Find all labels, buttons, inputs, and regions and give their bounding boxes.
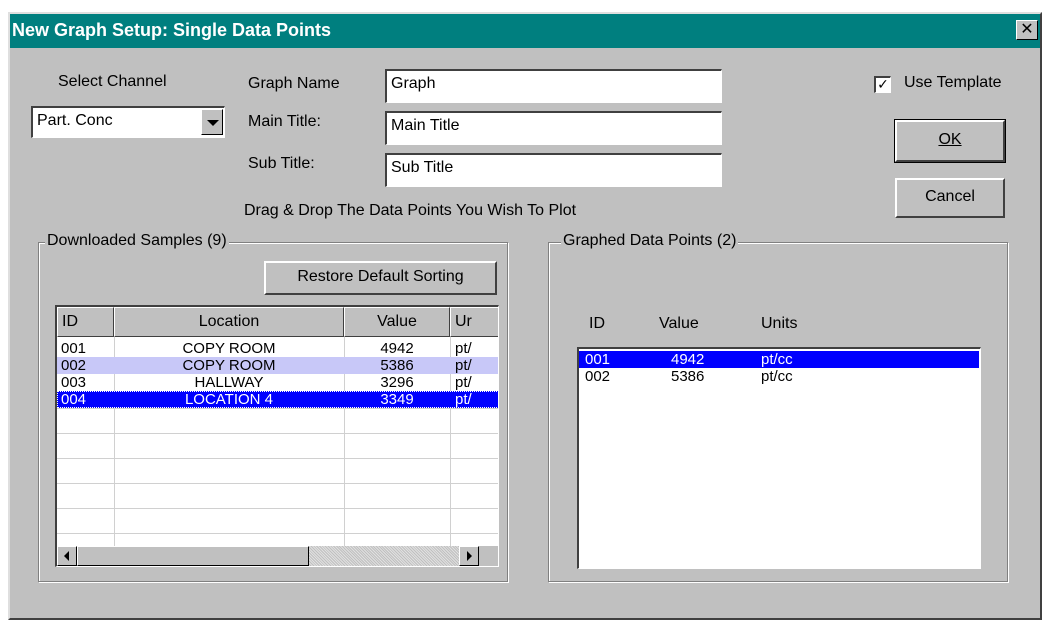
grid-line [57,408,498,409]
cell-value: 4942 [671,351,705,368]
horizontal-scrollbar[interactable] [57,546,498,566]
cell-units: pt/ [455,340,472,357]
downloaded-samples-group: Downloaded Samples (9) Restore Default S… [38,232,508,582]
restore-button-label: Restore Default Sorting [297,268,464,285]
arrow-left-icon [64,551,69,561]
grid-line [57,458,498,459]
channel-selected-value: Part. Conc [37,112,113,129]
ok-button-label: OK [938,131,962,148]
grid-line [57,483,498,484]
cell-id: 003 [61,374,87,391]
close-button[interactable]: ✕ [1016,20,1038,40]
column-header-location[interactable]: Location [114,307,344,337]
use-template-checkbox[interactable]: ✓ [874,76,891,93]
downloaded-samples-legend: Downloaded Samples (9) [45,232,229,250]
select-channel-label: Select Channel [58,73,167,90]
scroll-right-button[interactable] [459,546,479,566]
cell-units: pt/ [455,357,472,374]
cell-units: pt/ [455,391,472,408]
cell-value: 3349 [380,391,414,408]
cancel-button[interactable]: Cancel [895,178,1005,218]
cell-location: HALLWAY [194,374,264,391]
cell-id: 004 [61,391,87,408]
main-title-label: Main Title: [248,113,321,130]
cell-value: 5386 [671,368,705,385]
cell-id: 001 [585,351,611,368]
graphed-data-points-legend: Graphed Data Points (2) [561,232,739,250]
cell-id: 002 [61,357,87,374]
graph-setup-dialog: New Graph Setup: Single Data Points ✕ Se… [8,12,1042,620]
cell-location: LOCATION 4 [184,391,274,408]
window-title: New Graph Setup: Single Data Points [12,20,332,40]
column-header-value[interactable]: Value [344,307,450,337]
graphed-data-points-group: Graphed Data Points (2) ID Value Units 0… [548,232,1008,582]
cell-location: COPY ROOM [182,340,276,357]
cell-units: pt/ [455,374,472,391]
cell-units: pt/cc [761,368,793,385]
chevron-down-icon [207,120,219,126]
list-item-selected[interactable]: 001 4942 pt/cc [579,351,979,368]
sub-title-input[interactable]: Sub Title [385,153,722,187]
cell-value: 3296 [380,374,414,391]
list-item[interactable]: 002 5386 pt/cc [579,368,979,385]
graphed-column-id: ID [589,315,605,332]
table-row[interactable]: 003 HALLWAY 3296 pt/ [57,374,498,391]
column-header-units[interactable]: Ur [450,307,498,337]
grid-line [57,433,498,434]
cancel-button-label: Cancel [925,188,975,205]
title-bar[interactable]: New Graph Setup: Single Data Points ✕ [10,14,1040,48]
arrow-right-icon [467,551,472,561]
drag-drop-instruction: Drag & Drop The Data Points You Wish To … [244,202,577,219]
dropdown-arrow-button[interactable] [201,109,223,135]
scroll-left-button[interactable] [57,546,77,566]
graphed-column-units: Units [761,315,798,332]
cell-units: pt/cc [761,351,793,368]
cell-value: 5386 [380,357,414,374]
column-header-id[interactable]: ID [57,307,114,337]
table-row[interactable]: 001 COPY ROOM 4942 pt/ [57,340,498,357]
grid-line [57,533,498,534]
cell-value: 4942 [380,340,414,357]
downloaded-samples-list[interactable]: ID Location Value Ur 001 COPY ROOM 4942 … [55,305,499,567]
graphed-data-points-list[interactable]: 001 4942 pt/cc 002 5386 pt/cc [577,347,981,569]
scroll-track[interactable] [309,546,459,566]
sub-title-label: Sub Title: [248,155,315,172]
table-row-selected[interactable]: 004 LOCATION 4 3349 pt/ [57,391,498,408]
restore-default-sorting-button[interactable]: Restore Default Sorting [264,261,497,295]
graphed-column-value: Value [659,315,699,332]
main-title-input[interactable]: Main Title [385,111,722,145]
channel-dropdown[interactable]: Part. Conc [31,106,225,138]
cell-location: COPY ROOM [182,357,276,374]
checkmark-icon: ✓ [877,76,889,92]
use-template-label: Use Template [904,74,1002,91]
ok-button[interactable]: OK [894,119,1006,163]
graph-name-input[interactable]: Graph [385,69,722,103]
cell-id: 001 [61,340,87,357]
table-row[interactable]: 002 COPY ROOM 5386 pt/ [57,357,498,374]
cell-id: 002 [585,368,611,385]
grid-line [57,508,498,509]
scroll-thumb[interactable] [77,546,309,566]
graph-name-label: Graph Name [248,75,340,92]
